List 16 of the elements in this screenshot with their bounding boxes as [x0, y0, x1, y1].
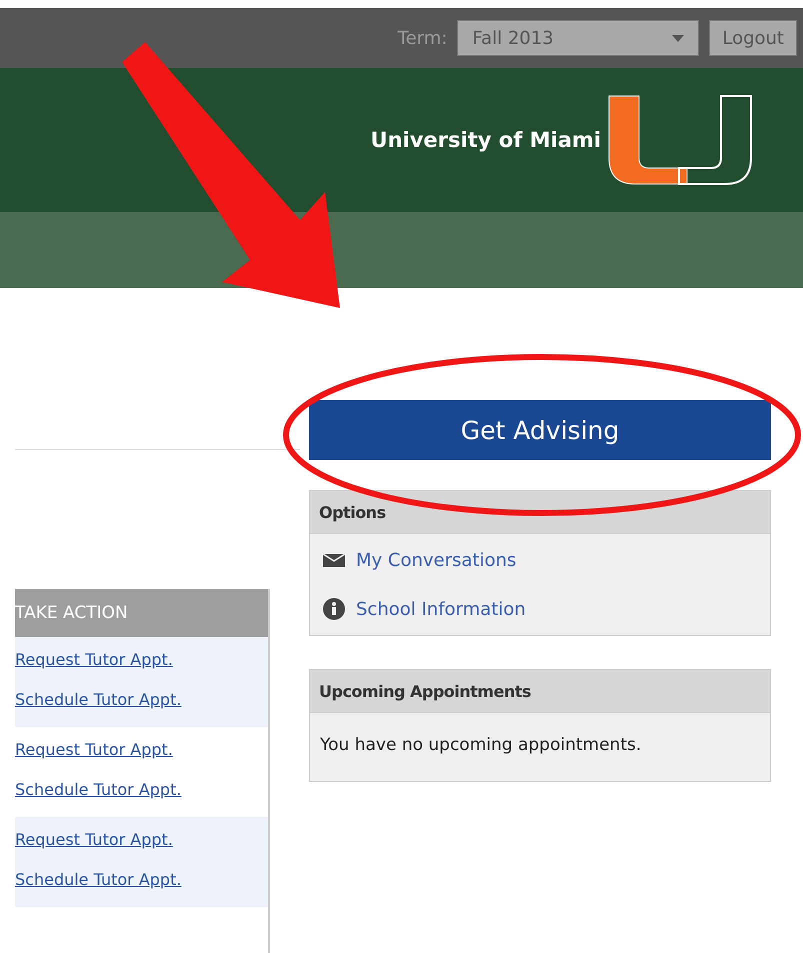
tutor-link[interactable]: Request Tutor Appt.	[15, 650, 173, 669]
get-advising-button[interactable]: Get Advising	[309, 400, 771, 460]
option-link[interactable]: School Information	[356, 598, 526, 620]
panel-title: Upcoming Appointments	[310, 670, 770, 713]
caret-icon	[672, 34, 684, 42]
tutor-link[interactable]: Schedule Tutor Appt.	[15, 870, 182, 889]
empty-message: You have no upcoming appointments.	[319, 734, 642, 757]
tutor-link[interactable]: Request Tutor Appt.	[15, 830, 173, 849]
tutor-link[interactable]: Schedule Tutor Appt.	[15, 690, 182, 709]
university-title: University of Miami	[370, 128, 601, 152]
tutor-link[interactable]: Schedule Tutor Appt.	[15, 780, 182, 799]
tutor-link[interactable]: Request Tutor Appt.	[15, 740, 173, 759]
info-icon	[322, 597, 346, 621]
column-header: TAKE ACTION	[15, 589, 268, 637]
option-link[interactable]: My Conversations	[356, 550, 516, 570]
term-label: Term:	[398, 28, 448, 48]
